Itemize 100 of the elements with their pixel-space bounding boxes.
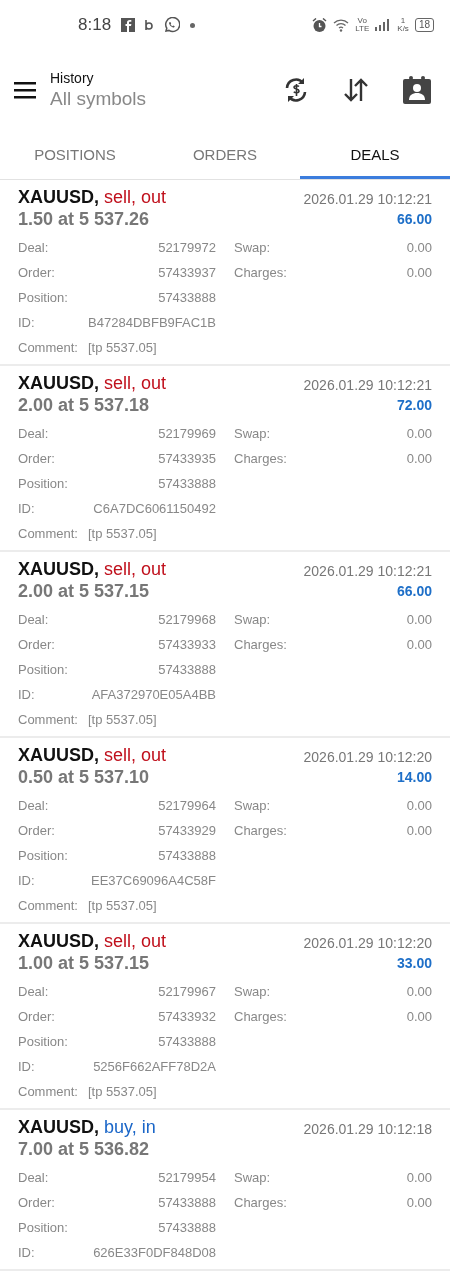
volume-price: 0.50 at 5 537.10 (18, 766, 151, 788)
field-label: Charges: (233, 450, 286, 468)
field-label: Deal: (18, 1169, 50, 1187)
field-label: Swap: (233, 239, 272, 257)
field-value: EE37C69096A4C58F (89, 872, 216, 890)
field-value: 0.00 (405, 1169, 432, 1187)
field-label: Order: (18, 1008, 56, 1026)
field-label: Swap: (233, 611, 272, 629)
field-label: Deal: (18, 983, 50, 1001)
battery-level: 18 (414, 18, 434, 32)
field-value: 52179968 (157, 611, 216, 629)
deal-title: XAUUSD, sell, out (18, 744, 167, 766)
field-value: 52179954 (157, 1169, 216, 1187)
deal-profit: 66.00 (396, 582, 432, 601)
speed-value: 1 (400, 17, 406, 25)
screen-title: History (50, 70, 95, 86)
deal-profit: 66.00 (396, 210, 432, 229)
field-value: 0.00 (405, 1194, 432, 1212)
field-label: ID: (18, 686, 36, 704)
field-value: 52179964 (157, 797, 216, 815)
field-label: Deal: (18, 239, 50, 257)
field-value: 57433888 (157, 1219, 216, 1237)
field-value: 52179969 (157, 425, 216, 443)
field-value: 0.00 (405, 611, 432, 629)
dot-icon (190, 22, 196, 28)
deal-card[interactable]: XAUUSD, sell, out 0.50 at 5 537.10 2026.01.29 10:12:20 14.00 Deal: 52179964 Swap: 0.00 Order: 57433929 Charges: 0.00 Position: 57433888 ID: EE37C69096A4C58F Comment: [tp 5537.05] (0, 738, 450, 924)
deal-title: XAUUSD, sell, out (18, 930, 167, 952)
field-label: Swap: (233, 425, 272, 443)
field-value: 57433933 (157, 636, 216, 654)
field-label: ID: (18, 872, 36, 890)
field-value: 57433929 (157, 822, 216, 840)
app-icon (145, 19, 154, 31)
status-time: 8:18 (78, 15, 112, 35)
field-value: C6A7DC6061150492 (92, 500, 216, 518)
field-label: Deal: (18, 797, 50, 815)
field-label: Comment: (18, 525, 79, 543)
deal-profit: 14.00 (396, 768, 432, 787)
alarm-icon (312, 17, 328, 33)
field-label: Position: (18, 1033, 69, 1051)
volume-price: 1.00 at 5 537.15 (18, 952, 151, 974)
field-value: 0.00 (405, 425, 432, 443)
field-value: 0.00 (405, 822, 432, 840)
deal-time: 2026.01.29 10:12:20 (303, 748, 432, 767)
volume-price: 2.00 at 5 537.15 (18, 580, 151, 602)
deal-card[interactable]: XAUUSD, sell, out 1.50 at 5 537.26 2026.01.29 10:12:21 66.00 Deal: 52179972 Swap: 0.00 Order: 57433937 Charges: 0.00 Position: 57433888 ID: B47284DBFB9FAC1B Comment: [tp 5537.05] (0, 180, 450, 366)
field-label: Comment: (18, 1083, 79, 1101)
field-value: [tp 5537.05] (88, 897, 158, 915)
deal-title: XAUUSD, sell, out (18, 372, 167, 394)
tab[interactable]: DEALS (300, 130, 450, 179)
field-value: 0.00 (405, 264, 432, 282)
field-label: Position: (18, 661, 69, 679)
deal-profit: 72.00 (396, 396, 432, 415)
field-value: 57433937 (157, 264, 216, 282)
field-label: Charges: (233, 1194, 286, 1212)
field-value: 0.00 (405, 239, 432, 257)
field-value: B47284DBFB9FAC1B (88, 314, 216, 332)
field-label: ID: (18, 1058, 36, 1076)
field-label: Charges: (233, 822, 286, 840)
deal-profit: 33.00 (396, 954, 432, 973)
field-label: Order: (18, 636, 56, 654)
sort-icon[interactable] (342, 77, 370, 103)
field-label: Charges: (233, 636, 286, 654)
deal-card[interactable]: XAUUSD, sell, out 1.00 at 5 537.15 2026.01.29 10:12:20 33.00 Deal: 52179967 Swap: 0.00 Order: 57433932 Charges: 0.00 Position: 57433888 ID: 5256F662AFF78D2A Comment: [tp 5537.05] (0, 924, 450, 1110)
network-label: LTE (355, 25, 370, 33)
field-label: Position: (18, 289, 69, 307)
field-value: 626E33F0DF848D08 (92, 1244, 216, 1262)
menu-icon[interactable] (14, 81, 36, 99)
field-label: ID: (18, 500, 36, 518)
speed-unit: K/s (397, 25, 409, 33)
field-value: 57433888 (157, 289, 216, 307)
field-value: 57433888 (157, 847, 216, 865)
symbol-filter[interactable]: All symbols (50, 88, 147, 110)
deal-time: 2026.01.29 10:12:21 (303, 376, 432, 395)
volume-price: 2.00 at 5 537.18 (18, 394, 151, 416)
field-value: 57433888 (157, 1194, 216, 1212)
deal-time: 2026.01.29 10:12:18 (303, 1120, 432, 1139)
field-label: Order: (18, 264, 56, 282)
tab[interactable]: POSITIONS (0, 130, 150, 179)
field-value: 57433935 (157, 450, 216, 468)
wifi-icon (333, 18, 350, 32)
field-label: Comment: (18, 711, 79, 729)
chat-icon (163, 16, 181, 34)
field-value: 52179967 (157, 983, 216, 1001)
field-value: 52179972 (157, 239, 216, 257)
deal-card[interactable]: XAUUSD, sell, out 2.00 at 5 537.15 2026.01.29 10:12:21 66.00 Deal: 52179968 Swap: 0.00 Order: 57433933 Charges: 0.00 Position: 57433888 ID: AFA372970E05A4BB Comment: [tp 5537.05] (0, 552, 450, 738)
field-label: Order: (18, 450, 56, 468)
field-value: 5256F662AFF78D2A (92, 1058, 216, 1076)
deal-card[interactable]: XAUUSD, sell, out 2.00 at 5 537.18 2026.01.29 10:12:21 72.00 Deal: 52179969 Swap: 0.00 Order: 57433935 Charges: 0.00 Position: 57433888 ID: C6A7DC6061150492 Comment: [tp 5537.05] (0, 366, 450, 552)
field-value: 0.00 (405, 1008, 432, 1026)
deal-title: XAUUSD, sell, out (18, 186, 167, 208)
field-value: 0.00 (405, 636, 432, 654)
deal-card[interactable]: XAUUSD, buy, in 7.00 at 5 536.82 2026.01.29 10:12:18 Deal: 52179954 Swap: 0.00 Order: 57433888 Charges: 0.00 Position: 57433888 ID: 626E33F0DF848D08 (0, 1110, 450, 1271)
field-label: Swap: (233, 983, 272, 1001)
tab[interactable]: ORDERS (150, 130, 300, 179)
field-value: [tp 5537.05] (88, 525, 158, 543)
field-label: Swap: (233, 797, 272, 815)
calendar-icon[interactable] (402, 75, 432, 105)
facebook-icon (121, 18, 136, 32)
deal-time: 2026.01.29 10:12:21 (303, 562, 432, 581)
network-label: Vo (357, 17, 367, 25)
